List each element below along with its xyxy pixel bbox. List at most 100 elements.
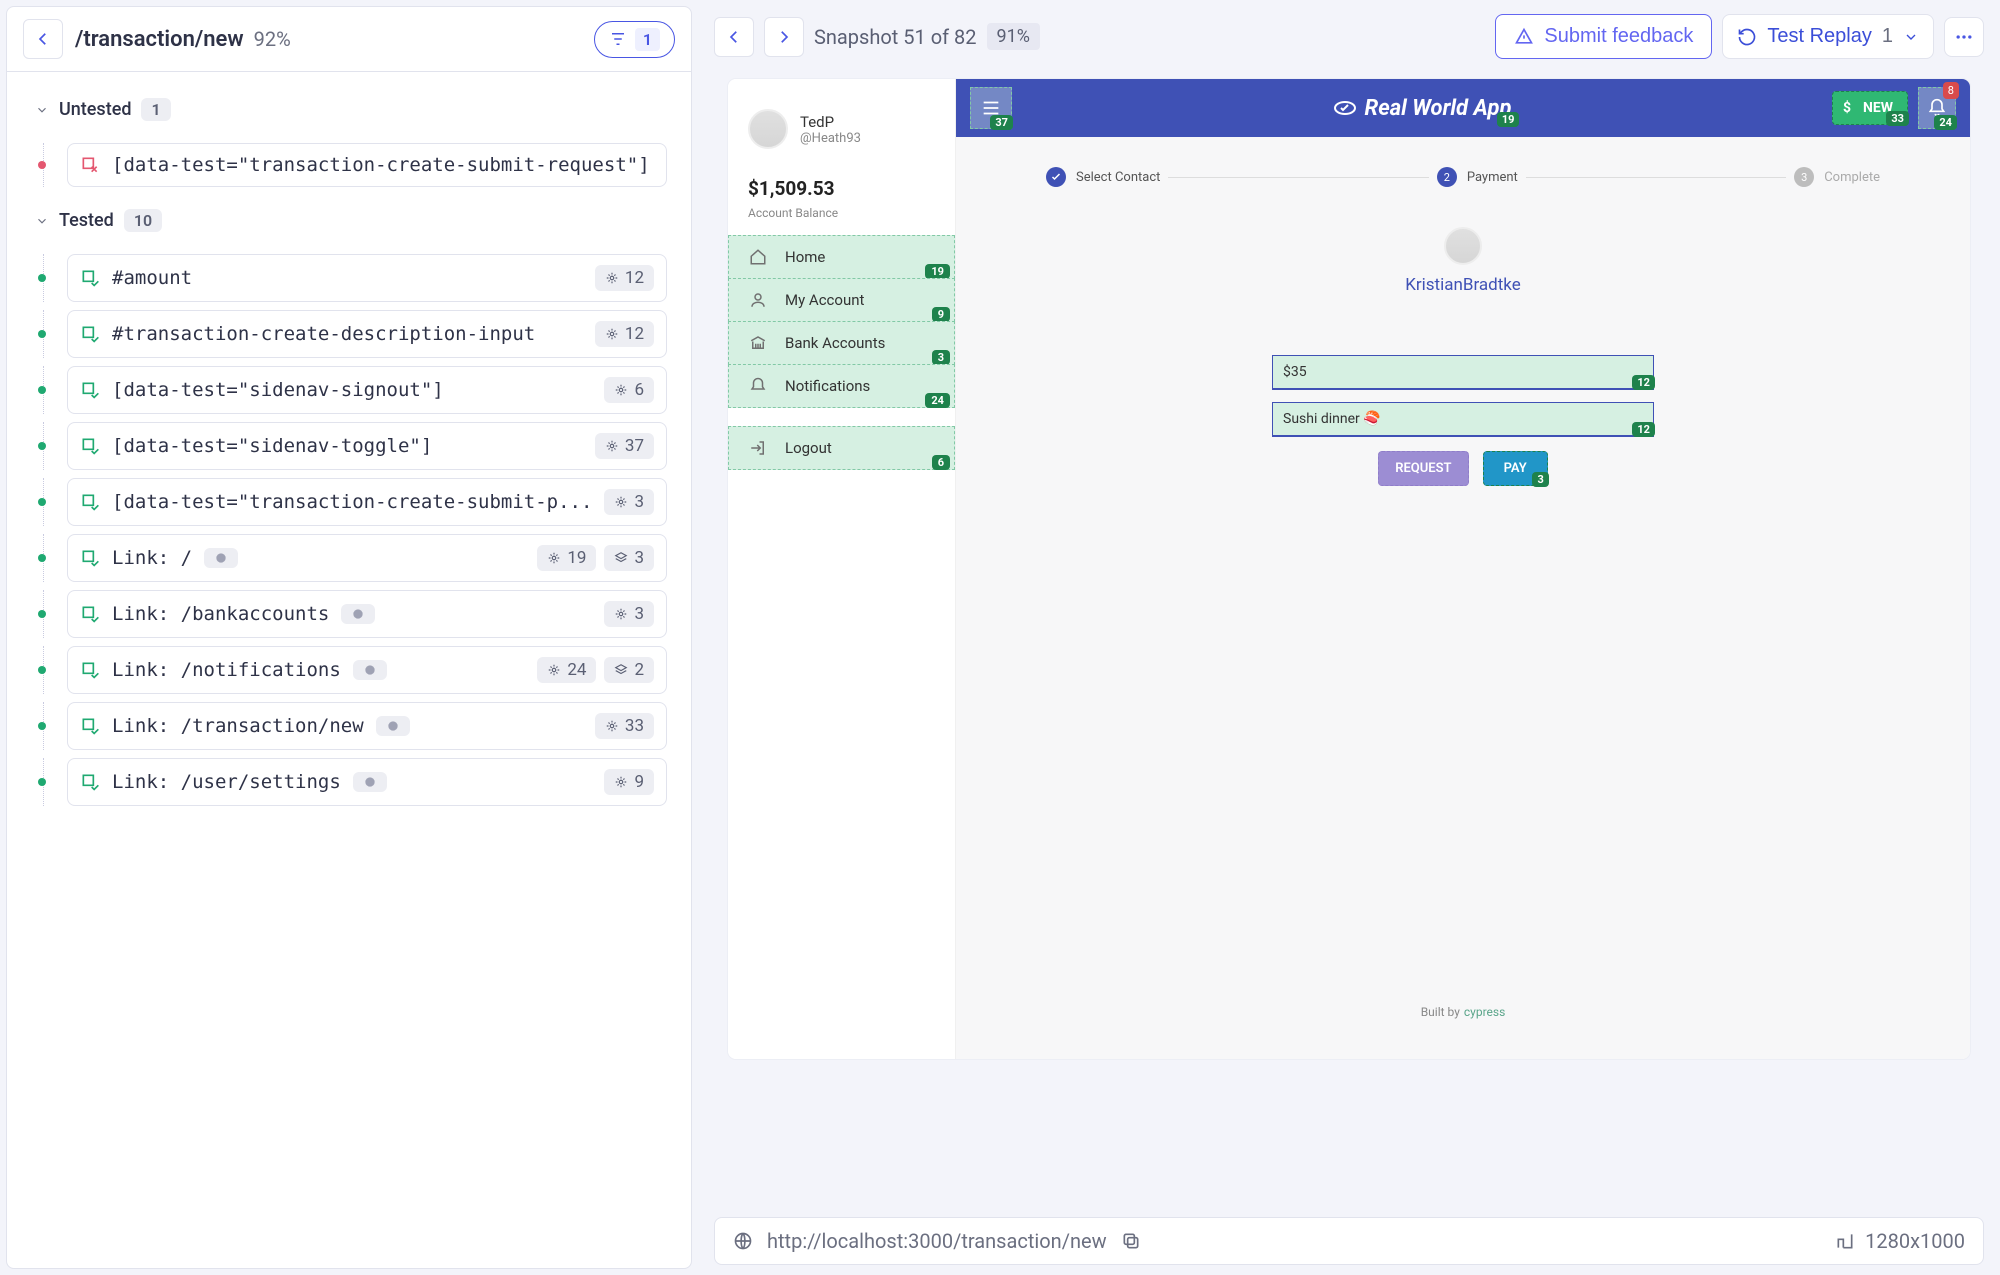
snapshots-badge: 9 (604, 769, 654, 795)
selectors-panel: /transaction/new 92% 1 Untested 1 [data-… (6, 6, 692, 1269)
target-fail-icon (80, 155, 100, 175)
built-by: Built bycypress (956, 975, 1970, 1059)
selector-item[interactable]: Link: /user/settings 9 (67, 758, 667, 806)
stepper: Select Contact 2 Payment 3 Complete (956, 137, 1970, 197)
layers-badge: 2 (604, 657, 654, 683)
footer-bar: http://localhost:3000/transaction/new 12… (714, 1217, 1984, 1265)
selector-text: Link: /bankaccounts (112, 603, 329, 625)
section-tested[interactable]: Tested 10 (31, 195, 667, 246)
app-sidebar: TedP @Heath93 $1,509.53 Account Balance … (728, 79, 956, 1059)
target-pass-icon (80, 324, 100, 344)
target-pass-icon (80, 772, 100, 792)
payee-block: KristianBradtke (956, 197, 1970, 305)
user-handle: @Heath93 (800, 131, 861, 146)
snapshots-badge: 3 (604, 601, 654, 627)
page-path: /transaction/new (75, 27, 244, 52)
coverage-badge: 24 (925, 393, 950, 408)
selector-text: Link: /user/settings (112, 771, 341, 793)
left-header: /transaction/new 92% 1 (7, 7, 691, 72)
nav-item-home[interactable]: Home19 (728, 235, 955, 279)
globe-icon (363, 775, 377, 789)
globe-icon (351, 607, 365, 621)
nav-item-notifications[interactable]: Notifications 24 (728, 364, 955, 408)
status-dot-tested (38, 554, 46, 562)
snapshots-badge: 12 (595, 321, 654, 347)
target-pass-icon (80, 716, 100, 736)
nav-label: My Account (785, 291, 864, 309)
user-name: TedP (800, 113, 861, 131)
amount-input[interactable]: $35 12 (1272, 355, 1654, 390)
notifications-button[interactable]: 8 24 (1918, 87, 1956, 129)
pay-button[interactable]: PAY 3 (1483, 451, 1548, 486)
selector-item[interactable]: Link: /bankaccounts 3 (67, 590, 667, 638)
globe-icon (733, 1231, 753, 1251)
step-label: Complete (1824, 170, 1880, 185)
selector-item[interactable]: [data-test="sidenav-toggle"] 37 (67, 422, 667, 470)
selector-text: #transaction-create-description-input (112, 323, 535, 345)
coverage-pct: 92% (254, 27, 291, 51)
footer-url: http://localhost:3000/transaction/new (767, 1229, 1107, 1253)
test-replay-button[interactable]: Test Replay 1 (1722, 14, 1934, 59)
snapshot-next-button[interactable] (764, 17, 804, 57)
selector-text: [data-test="sidenav-signout"] (112, 379, 444, 401)
status-dot-tested (38, 778, 46, 786)
submit-feedback-button[interactable]: Submit feedback (1495, 14, 1712, 59)
filter-button[interactable]: 1 (594, 21, 675, 58)
globe-badge (204, 548, 238, 568)
request-button[interactable]: REQUEST (1378, 451, 1468, 486)
nav-item-logout[interactable]: Logout6 (728, 426, 955, 470)
selector-item[interactable]: [data-test="sidenav-signout"] 6 (67, 366, 667, 414)
status-dot-tested (38, 386, 46, 394)
coverage-badge: 3 (932, 350, 950, 365)
app-title: Real World App (1333, 96, 1512, 121)
target-pass-icon (80, 660, 100, 680)
avatar (748, 109, 788, 149)
nav-item-my-account[interactable]: My Account9 (728, 278, 955, 322)
selector-item[interactable]: #amount 12 (67, 254, 667, 302)
test-replay-count: 1 (1882, 25, 1893, 48)
balance-amount: $1,509.53 (728, 159, 955, 206)
user-block: TedP @Heath93 (728, 99, 955, 159)
coverage-badge: 12 (1632, 422, 1655, 437)
target-pass-icon (80, 548, 100, 568)
test-replay-label: Test Replay (1767, 25, 1872, 48)
snapshots-badge: 6 (604, 377, 654, 403)
globe-badge (376, 716, 410, 736)
selector-item[interactable]: Link: /notifications 24 2 (67, 646, 667, 694)
selector-text: [data-test="sidenav-toggle"] (112, 435, 432, 457)
selector-item[interactable]: Link: / 19 3 (67, 534, 667, 582)
globe-badge (353, 660, 387, 680)
nav-label: Notifications (785, 377, 870, 395)
selector-item[interactable]: [data-test="transaction-create-submit-p.… (67, 478, 667, 526)
sidenav-toggle[interactable]: 37 (970, 87, 1012, 129)
more-menu-button[interactable] (1944, 17, 1984, 57)
status-dot-tested (38, 666, 46, 674)
target-pass-icon (80, 380, 100, 400)
section-untested[interactable]: Untested 1 (31, 84, 667, 135)
globe-icon (214, 551, 228, 565)
target-pass-icon (80, 436, 100, 456)
copy-icon[interactable] (1121, 1231, 1141, 1251)
coverage-badge: 37 (990, 115, 1013, 130)
layers-badge: 3 (604, 545, 654, 571)
globe-badge (341, 604, 375, 624)
nav-item-bank-accounts[interactable]: Bank Accounts 3 (728, 321, 955, 365)
submit-feedback-label: Submit feedback (1544, 25, 1693, 48)
selector-item[interactable]: [data-test="transaction-create-submit-re… (67, 143, 667, 187)
section-label: Tested (59, 210, 114, 231)
section-tested-count: 10 (124, 209, 162, 232)
status-dot-untested (38, 161, 46, 169)
dimensions-icon (1835, 1231, 1855, 1251)
back-button[interactable] (23, 19, 63, 59)
selector-item[interactable]: Link: /transaction/new 33 (67, 702, 667, 750)
selector-text: Link: /notifications (112, 659, 341, 681)
description-input[interactable]: Sushi dinner 🍣 12 (1272, 402, 1654, 437)
snapshot-prev-button[interactable] (714, 17, 754, 57)
coverage-badge: 12 (1632, 375, 1655, 390)
selector-text: [data-test="transaction-create-submit-p.… (112, 491, 592, 513)
new-transaction-button[interactable]: NEW 33 (1832, 91, 1908, 125)
app-snapshot: TedP @Heath93 $1,509.53 Account Balance … (728, 79, 1970, 1059)
nav-label: Bank Accounts (785, 334, 885, 352)
selector-item[interactable]: #transaction-create-description-input 12 (67, 310, 667, 358)
payee-avatar (1444, 227, 1482, 265)
